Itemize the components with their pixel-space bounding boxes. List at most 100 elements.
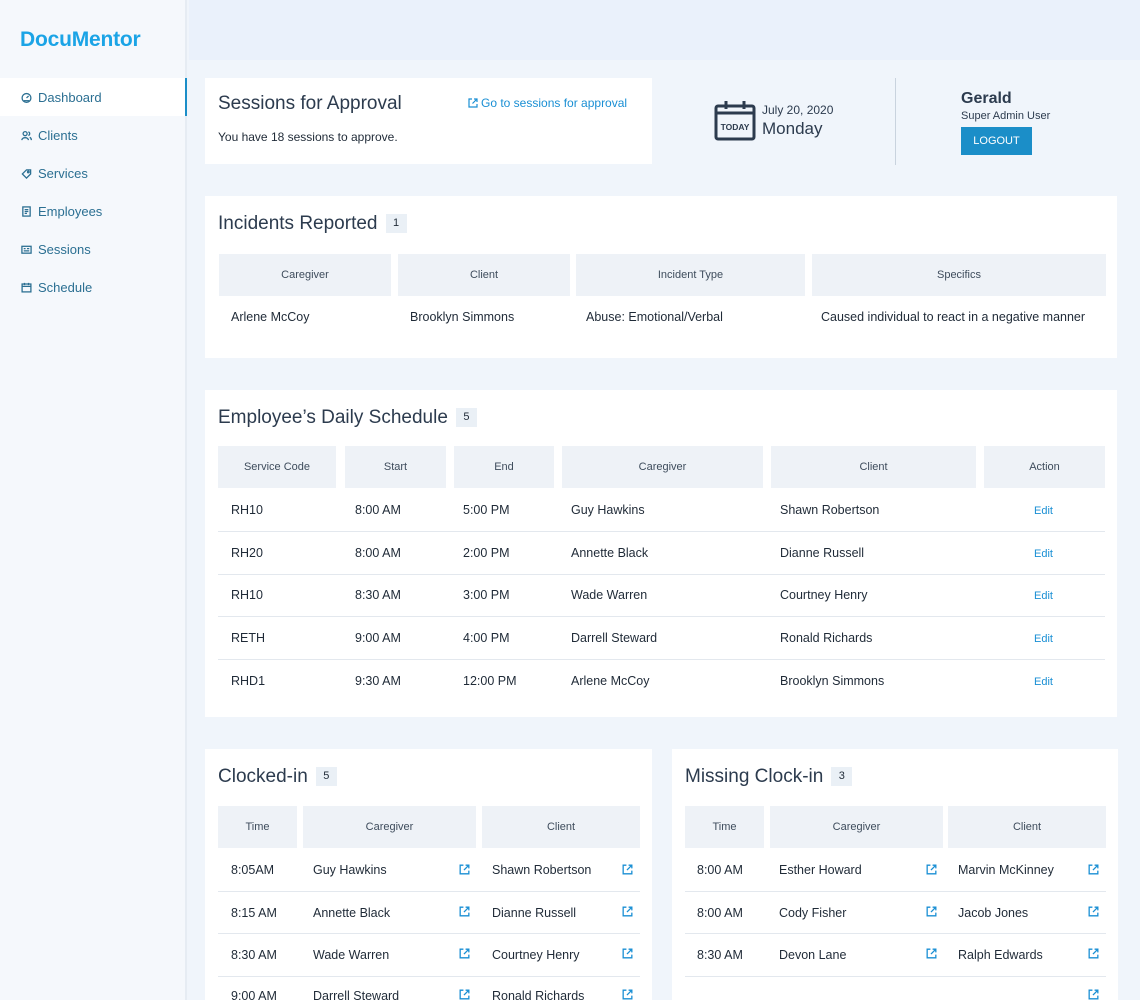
sessions-icon xyxy=(20,243,32,255)
sidebar-item-employees[interactable]: Employees xyxy=(0,192,187,230)
services-icon xyxy=(20,167,32,179)
schedule-start: 9:30 AM xyxy=(355,674,401,688)
sidebar-item-sessions[interactable]: Sessions xyxy=(0,230,187,268)
logout-button[interactable]: LOGOUT xyxy=(961,127,1032,155)
edit-link[interactable]: Edit xyxy=(1034,505,1053,517)
user-panel: Gerald Super Admin User LOGOUT xyxy=(961,90,1050,155)
schedule-client: Courtney Henry xyxy=(780,588,868,602)
column-header[interactable]: Start xyxy=(345,446,446,488)
external-link-icon[interactable] xyxy=(621,905,634,918)
column-header[interactable]: Time xyxy=(685,806,764,848)
header-divider xyxy=(895,78,896,165)
sidebar: DocuMentor Dashboard Clients Services Em… xyxy=(0,0,187,1000)
column-header[interactable]: Client xyxy=(771,446,976,488)
employees-icon xyxy=(20,205,32,217)
external-link-icon[interactable] xyxy=(621,988,634,1000)
sidebar-item-label: Clients xyxy=(38,127,78,143)
edit-link[interactable]: Edit xyxy=(1034,548,1053,560)
schedule-client: Dianne Russell xyxy=(780,546,865,560)
missing-time: 8:00 AM xyxy=(697,906,743,920)
external-link-icon[interactable] xyxy=(621,947,634,960)
column-header[interactable]: End xyxy=(454,446,554,488)
external-link-icon[interactable] xyxy=(458,947,471,960)
missing-caregiver: Cody Fisher xyxy=(779,906,847,920)
go-to-sessions-link[interactable]: Go to sessions for approval xyxy=(467,96,627,110)
external-link-icon[interactable] xyxy=(1087,863,1100,876)
row-divider xyxy=(218,531,1105,532)
external-link-icon[interactable] xyxy=(925,905,938,918)
sessions-approval-card: Sessions for Approval Go to sessions for… xyxy=(205,78,652,164)
row-divider xyxy=(218,574,1105,575)
clocked-time: 8:30 AM xyxy=(231,948,277,962)
schedule-client: Ronald Richards xyxy=(780,631,873,645)
missing-clock-in-card: Missing Clock-in 3 Time Caregiver Client … xyxy=(672,749,1118,1000)
column-header[interactable]: Specifics xyxy=(812,254,1106,296)
clocked-in-heading: Clocked-in 5 xyxy=(218,766,337,788)
sidebar-item-clients[interactable]: Clients xyxy=(0,116,187,154)
external-link-icon[interactable] xyxy=(1087,905,1100,918)
external-link-icon[interactable] xyxy=(1087,947,1100,960)
date-value: July 20, 2020 xyxy=(762,103,834,117)
external-link-icon[interactable] xyxy=(925,863,938,876)
schedule-service-code: RH10 xyxy=(231,503,263,517)
edit-link[interactable]: Edit xyxy=(1034,590,1053,602)
column-header[interactable]: Service Code xyxy=(218,446,336,488)
clocked-in-title: Clocked-in xyxy=(218,766,308,787)
external-link-icon[interactable] xyxy=(458,863,471,876)
edit-link[interactable]: Edit xyxy=(1034,676,1053,688)
brand-logo[interactable]: DocuMentor xyxy=(20,28,141,52)
sidebar-item-label: Services xyxy=(38,165,88,181)
clocked-caregiver: Guy Hawkins xyxy=(313,863,387,877)
schedule-service-code: RH10 xyxy=(231,588,263,602)
schedule-caregiver: Arlene McCoy xyxy=(571,674,650,688)
missing-client: Marvin McKinney xyxy=(958,863,1054,877)
external-link-icon[interactable] xyxy=(1087,988,1100,1000)
column-header[interactable]: Caregiver xyxy=(219,254,391,296)
column-header[interactable]: Action xyxy=(984,446,1105,488)
clocked-client: Dianne Russell xyxy=(492,906,577,920)
external-link-icon[interactable] xyxy=(925,947,938,960)
sidebar-item-label: Schedule xyxy=(38,279,93,295)
edit-link[interactable]: Edit xyxy=(1034,633,1053,645)
dashboard-icon xyxy=(20,91,32,103)
schedule-caregiver: Wade Warren xyxy=(571,588,648,602)
schedule-start: 9:00 AM xyxy=(355,631,401,645)
schedule-service-code: RETH xyxy=(231,631,266,645)
row-divider xyxy=(685,933,1106,934)
sidebar-item-services[interactable]: Services xyxy=(0,154,187,192)
clocked-in-count-badge: 5 xyxy=(315,767,337,786)
column-header[interactable]: Client xyxy=(948,806,1106,848)
column-header[interactable]: Client xyxy=(398,254,570,296)
sessions-approval-title: Sessions for Approval xyxy=(218,93,402,114)
sidebar-item-label: Dashboard xyxy=(38,89,102,105)
missing-client: Ralph Edwards xyxy=(958,948,1043,962)
schedule-end: 5:00 PM xyxy=(463,503,510,517)
clocked-caregiver: Darrell Steward xyxy=(313,989,400,1000)
column-header[interactable]: Caregiver xyxy=(562,446,763,488)
schedule-start: 8:30 AM xyxy=(355,588,401,602)
schedule-end: 3:00 PM xyxy=(463,588,510,602)
sidebar-item-schedule[interactable]: Schedule xyxy=(0,268,187,306)
user-role: Super Admin User xyxy=(961,110,1051,122)
external-link-icon xyxy=(468,98,478,108)
incident-type: Abuse: Emotional/Verbal xyxy=(586,310,723,324)
top-bar xyxy=(189,0,1140,60)
schedule-start: 8:00 AM xyxy=(355,546,401,560)
clocked-caregiver: Annette Black xyxy=(313,906,391,920)
external-link-icon[interactable] xyxy=(621,863,634,876)
incident-caregiver: Arlene McCoy xyxy=(231,310,310,324)
sidebar-nav: Dashboard Clients Services Employees Ses… xyxy=(0,78,187,306)
user-name: Gerald xyxy=(961,90,1012,107)
column-header[interactable]: Incident Type xyxy=(576,254,805,296)
external-link-icon[interactable] xyxy=(458,988,471,1000)
external-link-icon[interactable] xyxy=(458,905,471,918)
column-header[interactable]: Client xyxy=(482,806,640,848)
schedule-heading: Employee’s Daily Schedule 5 xyxy=(218,407,477,429)
column-header[interactable]: Time xyxy=(218,806,297,848)
column-header[interactable]: Caregiver xyxy=(770,806,943,848)
clocked-time: 8:15 AM xyxy=(231,906,277,920)
schedule-service-code: RHD1 xyxy=(231,674,266,688)
column-header[interactable]: Caregiver xyxy=(303,806,476,848)
schedule-end: 2:00 PM xyxy=(463,546,510,560)
sidebar-item-dashboard[interactable]: Dashboard xyxy=(0,78,187,116)
